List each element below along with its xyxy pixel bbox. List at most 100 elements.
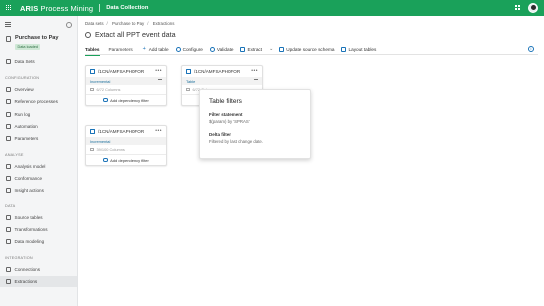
columns-icon [186, 87, 190, 92]
modeling-icon [6, 239, 11, 244]
app-grid-icon[interactable] [6, 5, 12, 11]
schema-icon [279, 46, 285, 52]
sidebar-item-parameters[interactable]: Parameters [0, 133, 77, 144]
sidebar-item-label: Run log [14, 112, 31, 117]
settings-gear-icon[interactable] [66, 22, 72, 28]
table-icon [90, 69, 95, 74]
columns-icon [90, 87, 94, 92]
breadcrumb-link[interactable]: Purchase to Pay [112, 21, 144, 26]
extraction-mode-label: Incremental [90, 138, 111, 144]
table-name: /1CN/AMFSAPH0FOR [98, 129, 145, 134]
sidebar-item-data-sets[interactable]: Data Sets [0, 56, 77, 67]
automation-icon [6, 124, 11, 129]
tab-parameters[interactable]: Parameters [109, 44, 133, 55]
sidebar-item-label: Overview [14, 87, 34, 92]
validate-button[interactable]: Validate [209, 44, 233, 55]
sidebar-item-analysis-model[interactable]: Analysis model [0, 161, 77, 172]
top-right-controls [515, 3, 538, 13]
filter-statement-label: Filter statement [209, 112, 243, 117]
delta-filter-value: Filtered by last change date. [209, 139, 263, 144]
gear-icon [175, 46, 181, 52]
sidebar-item-label: Extractions [14, 279, 38, 284]
columns-row[interactable]: 6/72 Columns [86, 85, 166, 94]
extraction-mode-label: Table [186, 78, 196, 84]
sidebar-item-extractions[interactable]: Extractions [0, 276, 77, 287]
table-name: /1CN/AMFSAPH0FOR [194, 69, 241, 74]
add-dependency-filter-button[interactable]: Add dependency filter [86, 154, 166, 165]
columns-icon [90, 147, 94, 152]
delta-filter-label: Delta filter [209, 132, 232, 137]
user-avatar[interactable] [528, 3, 538, 13]
table-card[interactable]: /1CN/AMFSAPH0FOR ••• Incremental 39/100 … [85, 125, 167, 166]
sidebar-item-insight-actions[interactable]: Insight actions [0, 185, 77, 196]
sidebar-item-run-log[interactable]: Run log [0, 109, 77, 120]
extraction-mode-row[interactable]: Table [182, 77, 262, 85]
table-name: /1CN/AMFSAPH0FOR [98, 69, 145, 74]
apps-icon[interactable] [515, 5, 521, 11]
sidebar-item-connections[interactable]: Connections [0, 264, 77, 275]
configure-button[interactable]: Configure [175, 44, 203, 55]
more-options-icon[interactable]: ••• [251, 68, 258, 74]
breadcrumb-current: Extractions [152, 21, 175, 26]
more-options-icon[interactable]: ••• [155, 128, 162, 134]
columns-row[interactable]: 39/100 Columns [86, 145, 166, 154]
status-badge: Data loaded [15, 44, 41, 50]
section-integration: INTEGRATION [5, 256, 33, 260]
sidebar-item-label: Automation [14, 124, 38, 129]
more-options-icon[interactable]: ••• [155, 68, 162, 74]
card-header: /1CN/AMFSAPH0FOR ••• [86, 126, 166, 137]
project-title: Purchase to Pay [15, 35, 59, 41]
hamburger-menu-icon[interactable] [5, 22, 11, 27]
sidebar-item-automation[interactable]: Automation [0, 121, 77, 132]
tab-toolbar: Tables Parameters + Add table Configure … [85, 44, 538, 56]
extraction-icon [85, 31, 91, 38]
update-source-schema-button[interactable]: Update source schema [279, 44, 334, 55]
transform-icon [6, 227, 11, 232]
model-icon [6, 164, 11, 169]
connection-icon [6, 267, 11, 272]
sidebar-item-label: Source tables [14, 215, 43, 220]
info-icon[interactable]: i [528, 46, 534, 52]
sidebar-item-label: Conformance [14, 176, 43, 181]
table-card[interactable]: /1CN/AMFSAPH0FOR ••• Incremental 6/72 Co… [85, 65, 167, 106]
main-content: Data sets / Purchase to Pay / Extractions … [79, 16, 544, 306]
breadcrumb-link[interactable]: Data sets [85, 21, 104, 26]
sidebar-item-reference-processes[interactable]: Reference processes [0, 96, 77, 107]
extraction-mode-row[interactable]: Incremental [86, 137, 166, 145]
table-filters-popover: Table filters Filter statement $(param) … [199, 89, 311, 159]
database-icon [6, 36, 11, 42]
breadcrumb: Data sets / Purchase to Pay / Extractions [85, 21, 175, 26]
extraction-mode-row[interactable]: Incremental [86, 77, 166, 85]
parameters-icon [6, 136, 11, 141]
add-dependency-filter-button[interactable]: Add dependency filter [86, 94, 166, 105]
process-icon [6, 99, 11, 104]
layout-tables-button[interactable]: Layout tables [341, 44, 376, 55]
sidebar-item-data-modeling[interactable]: Data modeling [0, 236, 77, 247]
sidebar-item-label: Insight actions [14, 188, 44, 193]
sidebar-item-label: Data Sets [14, 59, 35, 64]
section-analyse: ANALYSE [5, 153, 24, 157]
extraction-mode-label: Incremental [90, 78, 111, 84]
filter-icon[interactable] [158, 78, 162, 83]
extract-button[interactable]: Extract [240, 44, 262, 55]
tab-tables[interactable]: Tables [85, 44, 100, 56]
brand-divider [99, 4, 101, 12]
sidebar-item-transformations[interactable]: Transformations [0, 224, 77, 235]
sidebar-item-overview[interactable]: Overview [0, 84, 77, 95]
chevron-down-icon[interactable]: ⌄ [269, 46, 273, 52]
module-title: Data Collection [106, 5, 149, 11]
filter-icon[interactable] [254, 78, 258, 83]
brand-logo: ARIS Process Mining [20, 3, 94, 13]
sidebar-item-label: Transformations [14, 227, 48, 232]
add-table-button[interactable]: + Add table [142, 44, 169, 55]
top-app-bar: ARIS Process Mining Data Collection [0, 0, 544, 16]
overview-icon [6, 87, 11, 92]
sidebar-item-source-tables[interactable]: Source tables [0, 212, 77, 223]
filter-statement-value: $(param) by 'SPRAS' [209, 119, 250, 124]
extraction-icon [6, 279, 11, 284]
popover-title: Table filters [209, 98, 242, 105]
columns-count: 39/100 Columns [96, 147, 125, 152]
check-icon [209, 46, 215, 52]
insight-icon [6, 188, 11, 193]
sidebar-item-conformance[interactable]: Conformance [0, 173, 77, 184]
